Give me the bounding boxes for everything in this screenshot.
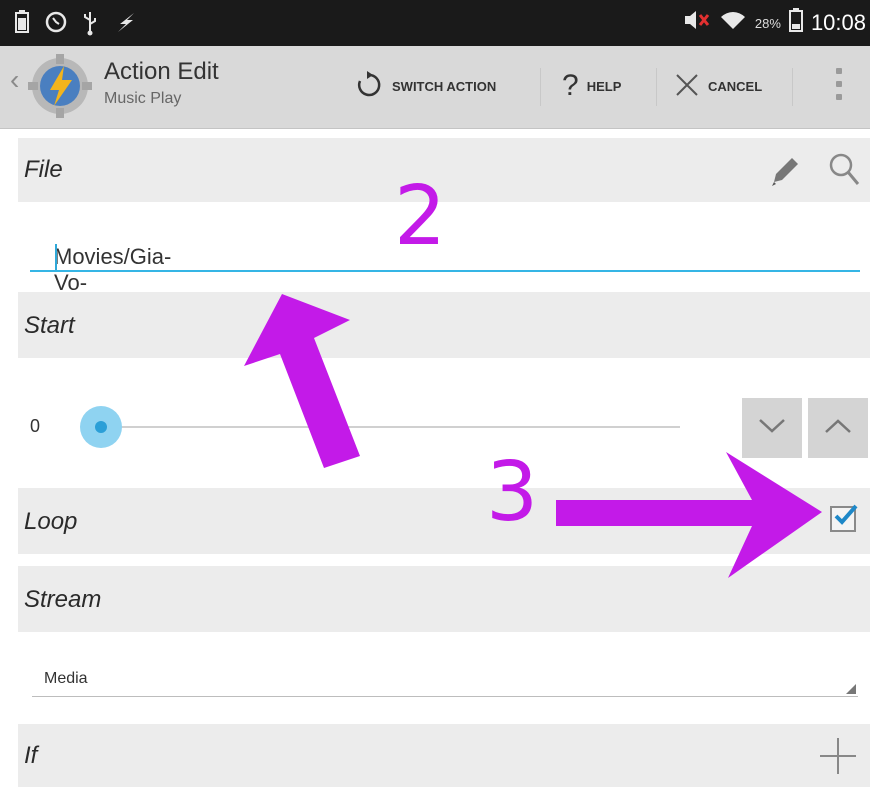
arrow-to-loop-checkbox: [556, 452, 822, 578]
arrow-to-file-field: [244, 294, 360, 468]
annotation-arrows: [244, 294, 822, 578]
